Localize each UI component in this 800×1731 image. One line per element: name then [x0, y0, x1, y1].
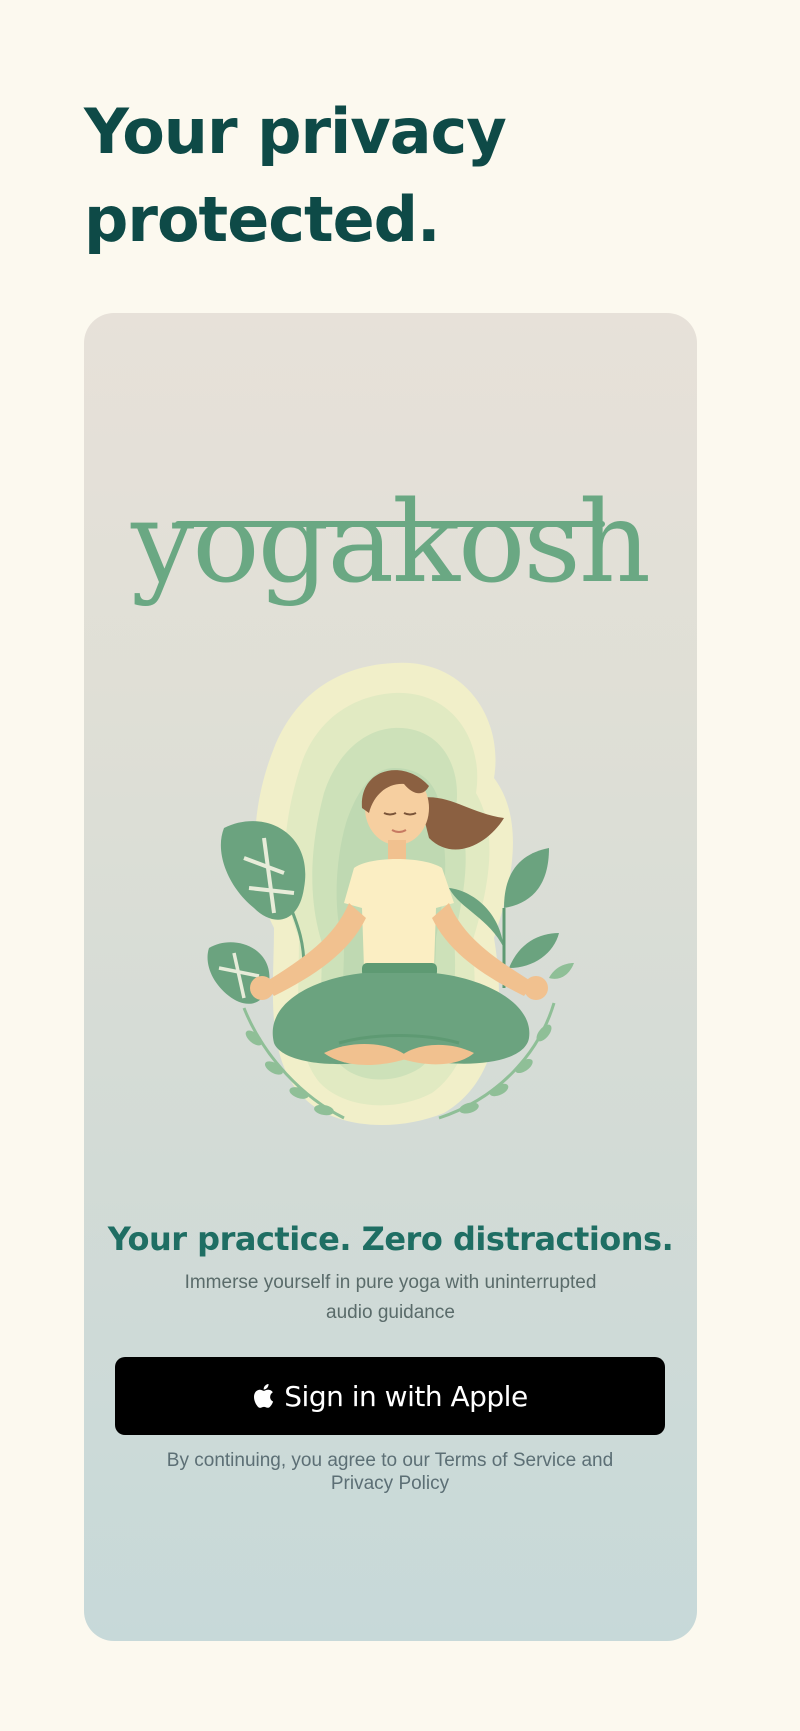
legal-text: By continuing, you agree to our Terms of… — [166, 1450, 614, 1494]
sign-in-card: yogakosh Your practice. Zero distraction… — [84, 313, 697, 1641]
sign-in-with-apple-label: Sign in with Apple — [284, 1379, 528, 1413]
apple-icon — [254, 1384, 274, 1408]
subtitle: Immerse yourself in pure yoga with unint… — [184, 1272, 597, 1323]
sign-in-with-apple-button[interactable]: Sign in with Apple — [115, 1357, 665, 1435]
tagline: Your practice. Zero distractions. — [107, 1220, 674, 1258]
yogakosh-logo: yogakosh — [130, 478, 651, 608]
logo-text: yogakosh — [130, 478, 649, 608]
meditating-woman-illustration — [207, 662, 574, 1125]
page-title: Your privacy protected. — [84, 95, 507, 256]
